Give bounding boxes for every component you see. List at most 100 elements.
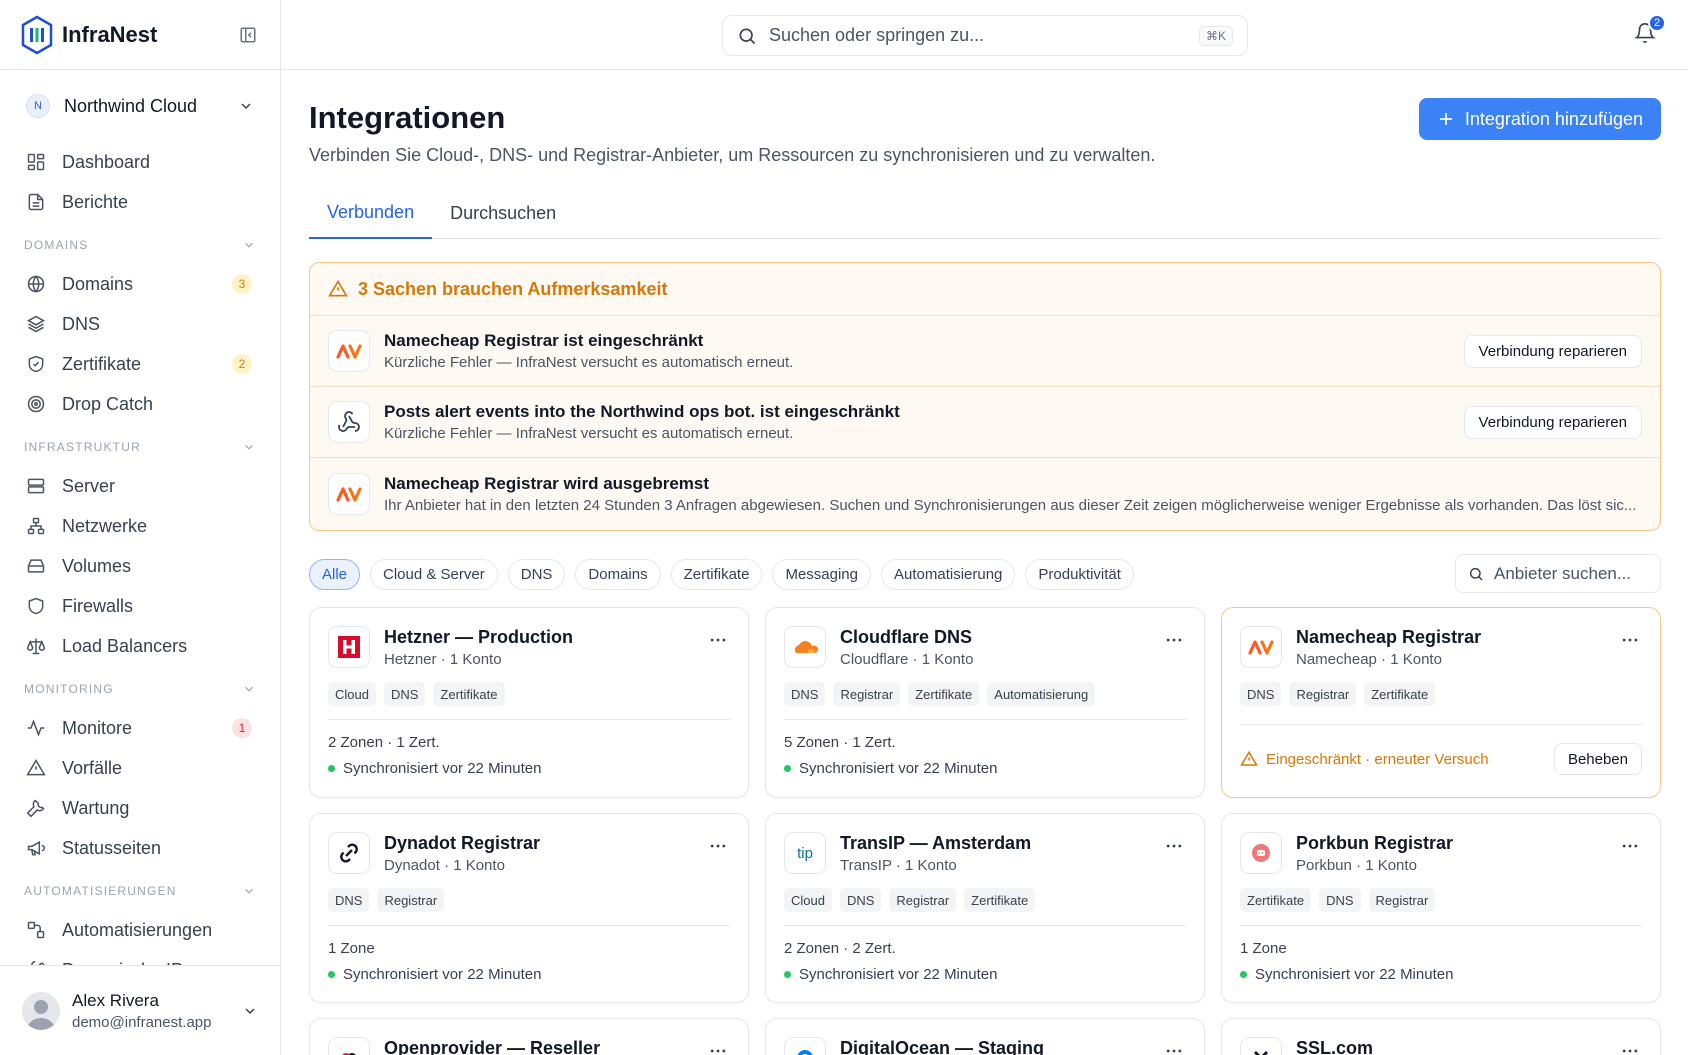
more-options-icon[interactable] [1164,630,1186,652]
tag: Registrar [1368,888,1436,912]
attention-header: 3 Sachen brauchen Aufmerksamkeit [310,263,1660,316]
filter-chip-alle[interactable]: Alle [309,559,361,590]
divider [328,719,730,720]
global-search-input[interactable]: Suchen oder springen zu... ⌘K [722,15,1248,56]
filter-chip-produktivitaet[interactable]: Produktivität [1025,559,1134,590]
sync-status: Synchronisiert vor 22 Minuten [343,966,542,983]
card-title: DigitalOcean — Staging [840,1038,1045,1055]
sync-status: Synchronisiert vor 22 Minuten [799,760,998,777]
user-menu[interactable]: Alex Rivera demo@infranest.app [0,965,280,1055]
page-title: Integrationen [309,100,506,135]
dashboard-icon [26,152,46,172]
sidebar-collapse-icon[interactable] [236,23,260,47]
topbar: Suchen oder springen zu... ⌘K 2 [281,0,1688,70]
sidebar-item-berichte[interactable]: Berichte [0,182,280,222]
repair-connection-button[interactable]: Verbindung reparieren [1463,405,1642,439]
sidebar-item-load-balancers[interactable]: Load Balancers [0,626,280,666]
sidebar-item-label: Automatisierungen [62,919,213,940]
chevron-down-icon [238,98,254,114]
alert-triangle-icon [328,279,348,299]
card-subtitle: Porkbun · 1 Konto [1296,857,1417,874]
tag: Registrar [833,682,901,706]
tab-durchsuchen[interactable]: Durchsuchen [432,188,574,239]
filter-chip-domains[interactable]: Domains [575,559,661,590]
more-options-icon[interactable] [708,836,730,858]
section-monitoring[interactable]: MONITORING [0,670,280,708]
sidebar-item-monitore[interactable]: Monitore 1 [0,708,280,748]
more-options-icon[interactable] [1620,836,1642,858]
app-name: InfraNest [62,21,158,47]
sidebar-item-vorfaelle[interactable]: Vorfälle [0,748,280,788]
more-options-icon[interactable] [708,630,730,652]
integration-card[interactable]: Cloudflare DNS Cloudflare · 1 Konto DNS … [765,607,1205,798]
card-title: Namecheap Registrar [1296,627,1482,647]
card-title: Cloudflare DNS [840,627,973,647]
attention-item: Namecheap Registrar wird ausgebremst Ihr… [310,458,1660,529]
card-title: Hetzner — Production [384,627,574,647]
more-options-icon[interactable] [1620,630,1642,652]
integration-card[interactable]: Hetzner — Production Hetzner · 1 Konto C… [309,607,749,798]
section-infrastruktur[interactable]: INFRASTRUKTUR [0,428,280,466]
count-badge: 3 [232,274,252,294]
integration-card[interactable]: Openprovider — Reseller [309,1018,749,1055]
sidebar-item-label: Volumes [62,555,132,576]
tag: DNS [328,888,370,912]
sidebar-item-automatisierungen[interactable]: Automatisierungen [0,910,280,950]
filter-chip-automatisierung[interactable]: Automatisierung [881,559,1016,590]
sidebar-item-server[interactable]: Server [0,466,280,506]
sidebar-item-zertifikate[interactable]: Zertifikate 2 [0,344,280,384]
sidebar-item-dashboard[interactable]: Dashboard [0,142,280,182]
wrench-icon [26,798,46,818]
org-switcher[interactable]: N Northwind Cloud [0,70,280,142]
filter-chip-zertifikate[interactable]: Zertifikate [670,559,763,590]
integration-card[interactable]: Porkbun Registrar Porkbun · 1 Konto Zert… [1221,813,1661,1003]
openprovider-logo-icon [328,1037,370,1055]
section-automatisierungen[interactable]: AUTOMATISIERUNGEN [0,872,280,910]
notification-count-badge: 2 [1648,14,1666,32]
tag: DNS [784,682,826,706]
sidebar-item-netzwerke[interactable]: Netzwerke [0,506,280,546]
org-avatar: N [26,94,50,118]
namecheap-logo-icon [328,330,370,372]
attention-title: 3 Sachen brauchen Aufmerksamkeit [358,278,668,299]
layers-icon [26,314,46,334]
more-options-icon[interactable] [1164,1041,1186,1055]
sidebar-item-dns[interactable]: DNS [0,304,280,344]
integration-card[interactable]: SSL.com [1221,1018,1661,1055]
add-integration-button[interactable]: Integration hinzufügen [1418,98,1661,140]
filter-chip-cloud-server[interactable]: Cloud & Server [370,559,498,590]
sidebar-item-drop-catch[interactable]: Drop Catch [0,384,280,424]
fix-button[interactable]: Beheben [1553,743,1642,775]
shield-icon [26,596,46,616]
cloudflare-logo-icon [784,626,826,668]
sidebar-item-volumes[interactable]: Volumes [0,546,280,586]
more-options-icon[interactable] [708,1041,730,1055]
more-options-icon[interactable] [1620,1041,1642,1055]
sync-status: Synchronisiert vor 22 Minuten [343,760,542,777]
filter-chip-dns[interactable]: DNS [507,559,566,590]
tag: Automatisierung [987,682,1096,706]
webhook-logo-icon [328,401,370,443]
dynadot-logo-icon [328,832,370,874]
integration-card[interactable]: Namecheap Registrar Namecheap · 1 Konto … [1221,607,1661,798]
integration-card[interactable]: tip TransIP — Amsterdam TransIP · 1 Kont… [765,813,1205,1003]
filter-chip-messaging[interactable]: Messaging [772,559,871,590]
sidebar-item-domains[interactable]: Domains 3 [0,264,280,304]
sidebar-item-statusseiten[interactable]: Statusseiten [0,828,280,868]
integration-card[interactable]: Dynadot Registrar Dynadot · 1 Konto DNS … [309,813,749,1003]
tab-verbunden[interactable]: Verbunden [309,188,433,239]
sidebar-item-firewalls[interactable]: Firewalls [0,586,280,626]
integration-card[interactable]: DigitalOcean — Staging [765,1018,1205,1055]
card-subtitle: TransIP · 1 Konto [840,857,957,874]
provider-search-input[interactable]: Anbieter suchen... [1455,554,1661,593]
attention-item-desc: Kürzliche Fehler — InfraNest versucht es… [384,425,794,442]
plus-icon [1437,110,1455,128]
repair-connection-button[interactable]: Verbindung reparieren [1463,334,1642,368]
infranest-logo-icon[interactable] [20,15,54,55]
sidebar: InfraNest N Northwind Cloud Dashboard Be… [0,0,281,1055]
more-options-icon[interactable] [1164,836,1186,858]
sidebar-item-label: Load Balancers [62,635,188,656]
card-stats: 1 Zone [328,940,375,957]
sidebar-item-wartung[interactable]: Wartung [0,788,280,828]
section-domains[interactable]: DOMAINS [0,226,280,264]
